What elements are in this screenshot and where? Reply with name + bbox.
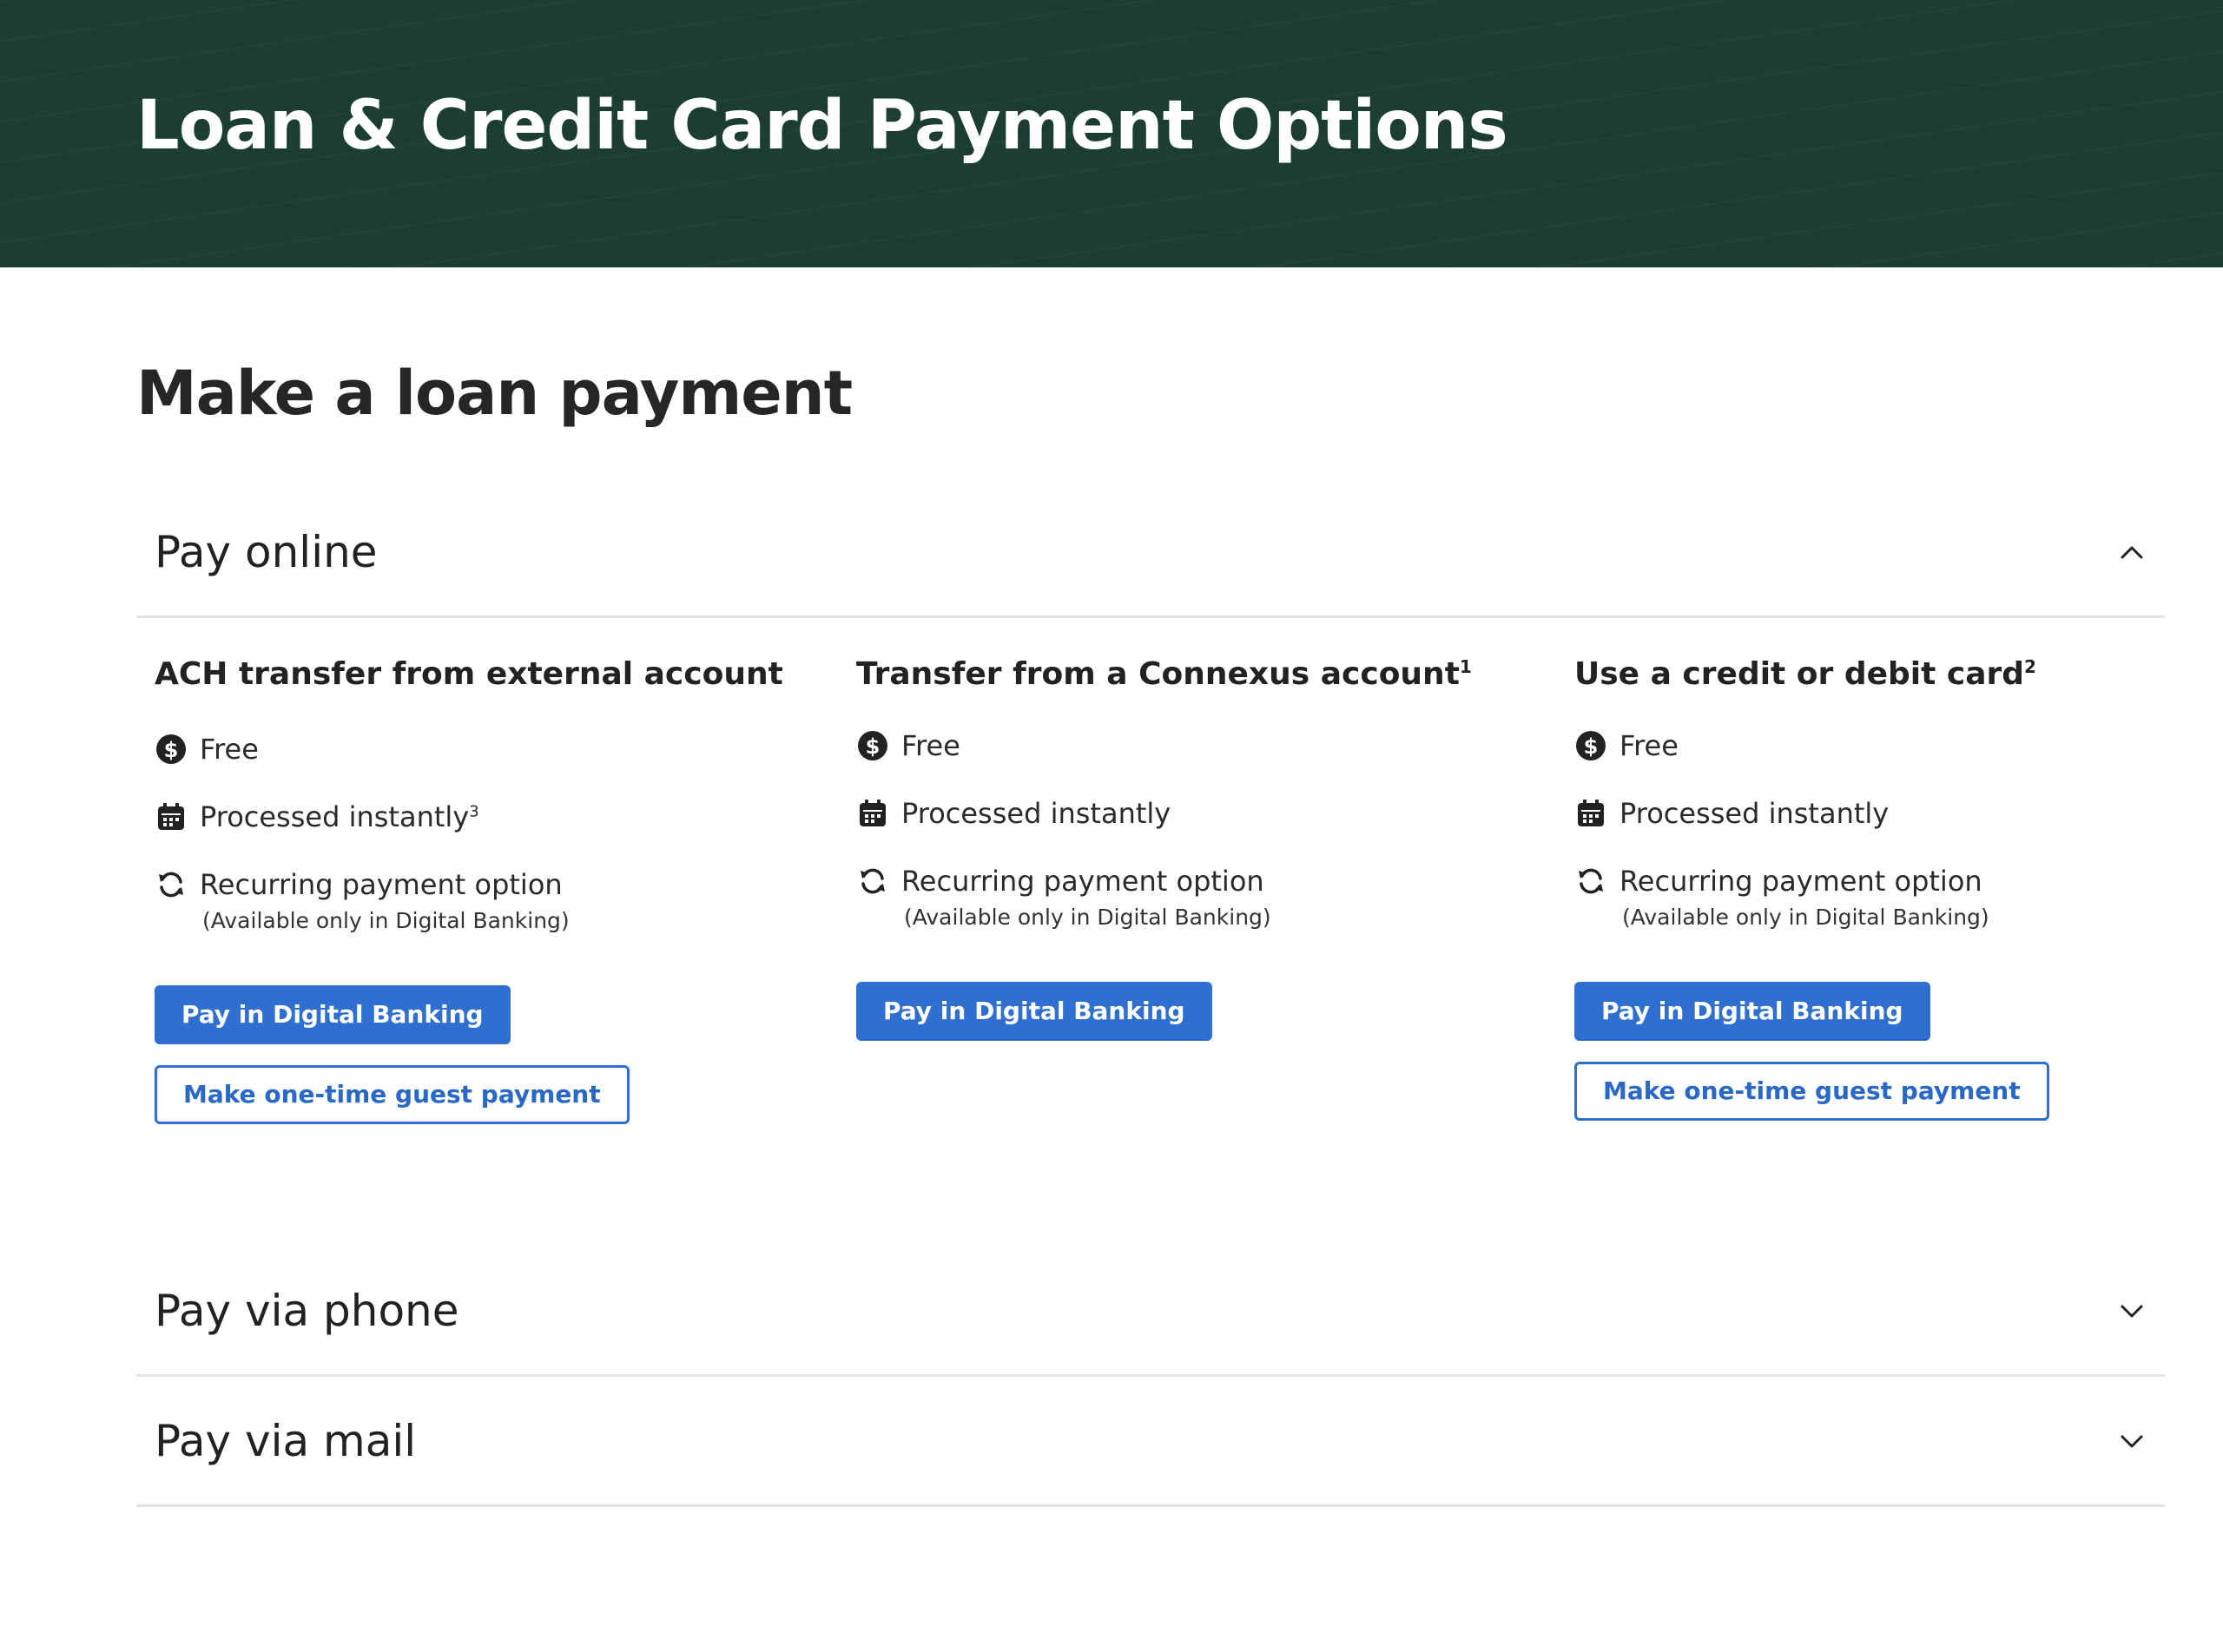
option-title: Use a credit or debit card2 [1574,656,2036,692]
pay-in-digital-banking-button[interactable]: Pay in Digital Banking [1574,982,1930,1042]
hero-banner: Loan & Credit Card Payment Options [0,0,2223,267]
feature-recurring: Recurring payment option [1574,859,2223,903]
chevron-up-icon [2114,535,2149,569]
feature-free: $ Free [1574,724,2223,767]
dollar-circle-icon: $ [155,733,188,766]
feature-processed: Processed instantly [1574,792,2223,835]
page-title: Loan & Credit Card Payment Options [136,87,1508,165]
guest-payment-button[interactable]: Make one-time guest payment [155,1065,630,1125]
feature-free: $ Free [856,724,1534,767]
accordion-label: Pay via phone [155,1285,459,1336]
recurring-note: (Available only in Digital Banking) [904,905,1271,931]
option-title: ACH transfer from external account [155,656,783,692]
refresh-icon [155,868,188,901]
feature-recurring: Recurring payment option [856,859,1534,903]
recurring-note: (Available only in Digital Banking) [1622,905,1989,931]
svg-text:$: $ [866,734,881,759]
feature-recurring: Recurring payment option [155,863,832,906]
svg-text:$: $ [1584,734,1599,759]
accordion-pay-via-phone[interactable]: Pay via phone [136,1247,2165,1377]
section-title: Make a loan payment [136,358,853,429]
chevron-down-icon [2114,1293,2149,1328]
refresh-icon [1574,865,1607,898]
svg-text:$: $ [164,738,179,762]
option-ach: ACH transfer from external account $ Fre… [155,655,832,1125]
calendar-icon [155,800,188,833]
pay-in-digital-banking-button[interactable]: Pay in Digital Banking [155,985,511,1045]
option-card: Use a credit or debit card2 $ Free Proce… [1574,655,2223,1122]
accordion-label: Pay online [155,526,378,577]
accordion-pay-via-mail[interactable]: Pay via mail [136,1377,2165,1507]
pay-in-digital-banking-button[interactable]: Pay in Digital Banking [856,982,1212,1042]
refresh-icon [856,865,889,898]
dollar-circle-icon: $ [856,729,889,762]
accordion-pay-online[interactable]: Pay online [136,488,2165,618]
option-connexus-transfer: Transfer from a Connexus account1 $ Free… [856,655,1534,1042]
calendar-icon [1574,797,1607,830]
accordion-label: Pay via mail [155,1415,417,1466]
feature-processed: Processed instantly [856,792,1534,835]
chevron-down-icon [2114,1424,2149,1458]
guest-payment-button[interactable]: Make one-time guest payment [1574,1062,2049,1122]
feature-processed: Processed instantly3 [155,795,832,839]
feature-free: $ Free [155,727,832,771]
calendar-icon [856,797,889,830]
option-title: Transfer from a Connexus account1 [856,656,1472,692]
recurring-note: (Available only in Digital Banking) [202,908,570,934]
dollar-circle-icon: $ [1574,729,1607,762]
